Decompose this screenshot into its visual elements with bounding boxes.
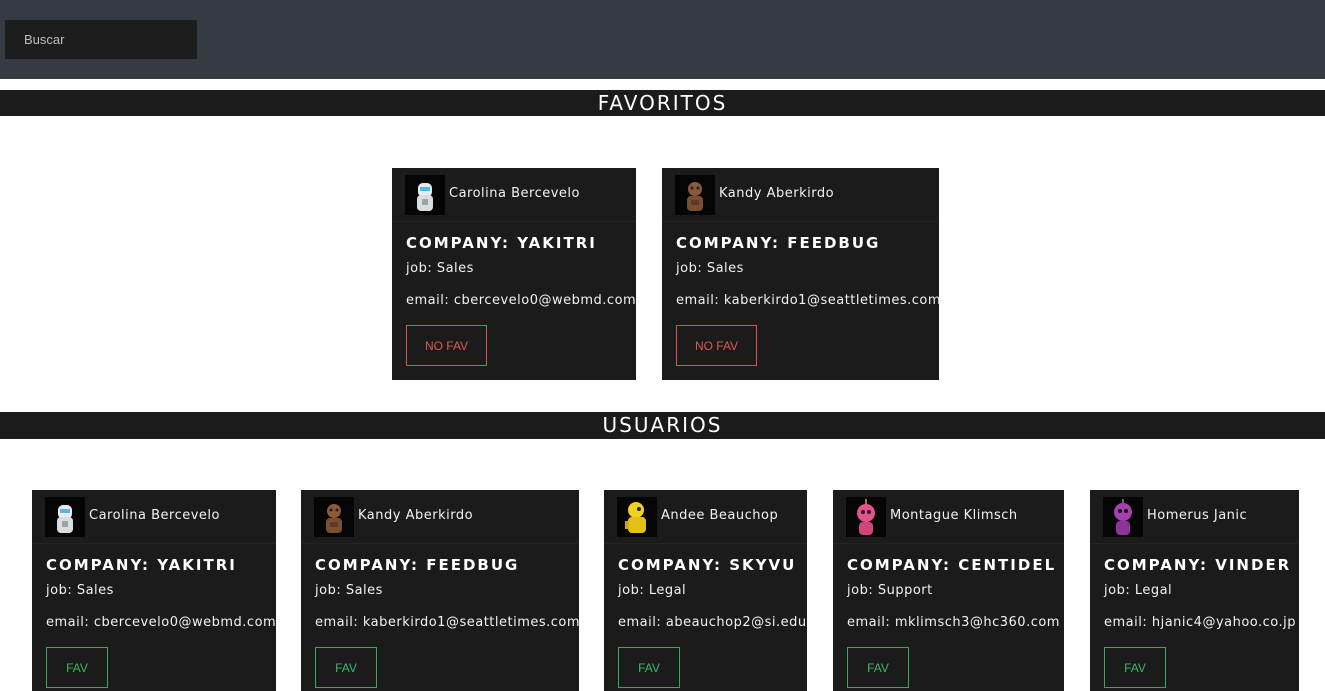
card-header: Andee Beauchop [617,497,807,537]
card-divider [662,221,939,222]
company-label: COMPANY: SKYVU [618,556,797,574]
card-header: Montague Klimsch [846,497,1064,537]
robot-white-avatar [405,175,445,215]
company-label: COMPANY: VINDER [1104,556,1292,574]
fav-button[interactable]: FAV [847,647,909,688]
user-card: Carolina Bercevelo COMPANY: YAKITRI job:… [32,490,276,691]
robot-white-avatar [45,497,85,537]
card-divider [32,543,276,544]
user-name: Montague Klimsch [890,508,1018,523]
users-section-title: USUARIOS [0,412,1325,439]
user-card: Andee Beauchop COMPANY: SKYVU job: Legal… [604,490,807,691]
fav-button[interactable]: FAV [315,647,377,688]
user-name: Andee Beauchop [661,508,779,523]
search-input[interactable] [5,20,197,59]
email-label: email: cbercevelo0@webmd.com [46,615,277,630]
user-name: Kandy Aberkirdo [719,186,835,201]
card-header: Carolina Bercevelo [405,175,636,215]
card-divider [833,543,1064,544]
robot-pink-avatar [846,497,886,537]
favorite-card: Kandy Aberkirdo COMPANY: FEEDBUG job: Sa… [662,168,942,380]
email-label: email: kaberkirdo1@seattletimes.com [676,293,942,308]
email-label: email: mklimsch3@hc360.com [847,615,1060,630]
user-name: Carolina Bercevelo [89,508,220,523]
robot-brown-avatar [314,497,354,537]
card-header: Kandy Aberkirdo [675,175,939,215]
email-label: email: cbercevelo0@webmd.com [406,293,637,308]
fav-button[interactable]: FAV [46,647,108,688]
fav-button[interactable]: FAV [1104,647,1166,688]
card-header: Carolina Bercevelo [45,497,276,537]
user-card: Montague Klimsch COMPANY: CENTIDEL job: … [833,490,1064,691]
favorite-card: Carolina Bercevelo COMPANY: YAKITRI job:… [392,168,636,380]
user-card: Homerus Janic COMPANY: VINDER job: Legal… [1090,490,1299,691]
job-label: job: Sales [406,261,474,276]
email-label: email: hjanic4@yahoo.co.jp [1104,615,1297,630]
card-divider [1090,543,1299,544]
job-label: job: Legal [1104,583,1173,598]
robot-yellow-avatar [617,497,657,537]
card-divider [392,221,636,222]
email-label: email: kaberkirdo1@seattletimes.com [315,615,581,630]
user-card: Kandy Aberkirdo COMPANY: FEEDBUG job: Sa… [301,490,581,691]
user-name: Homerus Janic [1147,508,1248,523]
fav-button[interactable]: FAV [618,647,680,688]
card-header: Kandy Aberkirdo [314,497,579,537]
company-label: COMPANY: FEEDBUG [315,556,520,574]
company-label: COMPANY: YAKITRI [406,234,597,252]
job-label: job: Sales [46,583,114,598]
user-name: Kandy Aberkirdo [358,508,474,523]
favorites-section-title: FAVORITOS [0,90,1325,116]
job-label: job: Support [847,583,933,598]
card-header: Homerus Janic [1103,497,1299,537]
company-label: COMPANY: CENTIDEL [847,556,1057,574]
company-label: COMPANY: FEEDBUG [676,234,881,252]
no-fav-button[interactable]: NO FAV [676,325,757,366]
job-label: job: Sales [676,261,744,276]
no-fav-button[interactable]: NO FAV [406,325,487,366]
user-name: Carolina Bercevelo [449,186,580,201]
company-label: COMPANY: YAKITRI [46,556,237,574]
robot-purple-avatar [1103,497,1143,537]
card-divider [604,543,807,544]
top-bar [0,0,1325,79]
email-label: email: abeauchop2@si.edu [618,615,807,630]
job-label: job: Sales [315,583,383,598]
job-label: job: Legal [618,583,687,598]
robot-brown-avatar [675,175,715,215]
card-divider [301,543,579,544]
